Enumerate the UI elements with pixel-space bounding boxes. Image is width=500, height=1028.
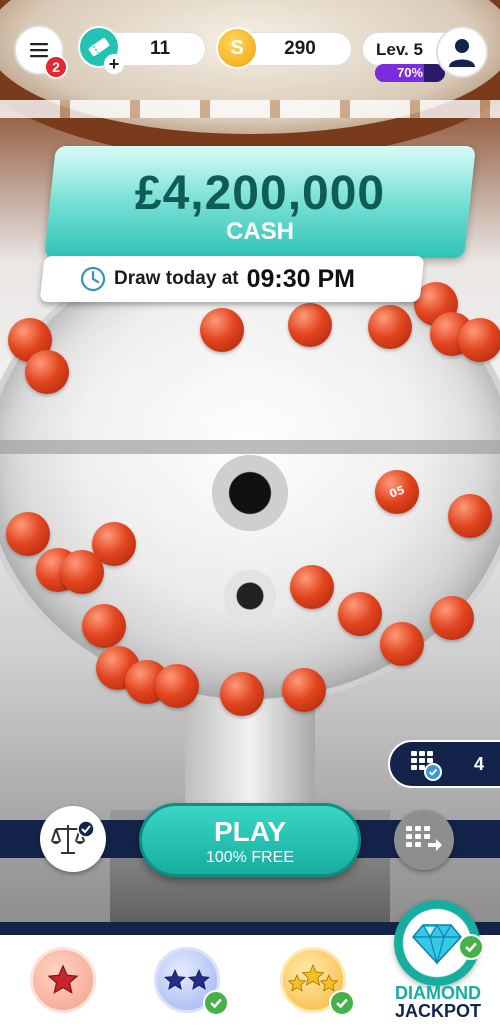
check-glyph [428, 768, 438, 776]
tier-two-star-button[interactable] [154, 947, 229, 1016]
lottery-machine-scene: 05 [0, 0, 500, 935]
lottery-ball [200, 308, 244, 352]
quick-pick-button[interactable] [394, 810, 454, 870]
lottery-ball [448, 494, 492, 538]
ball-number: 05 [387, 483, 407, 501]
lottery-ball [368, 305, 412, 349]
lottery-ball [430, 596, 474, 640]
lottery-ball [60, 550, 104, 594]
ticket-grid-icon [410, 750, 442, 781]
draw-time: 09:30 PM [246, 264, 355, 293]
level-progress-bar: 70% [375, 64, 445, 82]
lottery-ball [458, 318, 500, 362]
lottery-ball [290, 565, 334, 609]
check-glyph [465, 942, 477, 953]
lottery-ball [25, 350, 69, 394]
ceiling-lights [0, 100, 500, 118]
level-progress-text: 70% [396, 65, 424, 80]
coin-icon: S [216, 27, 258, 69]
scales-icon [51, 820, 95, 854]
tickets-count: 11 [149, 38, 171, 59]
top-bar: 2 11 + 290 S Lev. 5 70% [0, 0, 500, 90]
lottery-ball [288, 303, 332, 347]
rules-button[interactable] [40, 806, 106, 872]
my-tickets-count: 4 [474, 753, 485, 774]
user-avatar-icon[interactable] [436, 26, 488, 78]
lottery-ball [6, 512, 50, 556]
play-label: PLAY [213, 816, 287, 847]
drum-hub [212, 455, 288, 531]
lottery-ball [338, 592, 382, 636]
drum-rim [0, 440, 500, 454]
tier-three-star-button[interactable] [280, 947, 355, 1016]
tier-two-checkmark-icon [203, 990, 229, 1016]
lottery-ball [82, 604, 126, 648]
drum-lower-hub [224, 570, 276, 622]
diamond-label-line1: DIAMOND [395, 983, 481, 1003]
lottery-ball [220, 672, 264, 716]
diamond-icon [412, 923, 462, 965]
level-label: Lev. 5 [376, 40, 423, 59]
coin-symbol: S [230, 36, 244, 59]
check-glyph [336, 998, 348, 1009]
tier-three-checkmark-icon [329, 990, 355, 1016]
add-tickets-button[interactable]: + [104, 54, 124, 74]
lottery-ball [380, 622, 424, 666]
check-glyph [210, 998, 222, 1009]
diamond-jackpot-label[interactable]: DIAMOND JACKPOT [378, 984, 498, 1020]
diamond-checkmark-icon [458, 934, 484, 960]
play-sublabel: 100% FREE [205, 849, 295, 866]
checkmark-icon [424, 763, 442, 781]
avatar-silhouette [449, 39, 475, 67]
tier-one-star-button[interactable] [30, 947, 96, 1013]
draw-label: Draw today at [114, 268, 239, 289]
my-tickets-counter[interactable]: 4 [388, 740, 500, 788]
three-stars-icon [287, 963, 339, 992]
jackpot-type: CASH [225, 218, 294, 245]
diamond-label-line2: JACKPOT [394, 1001, 481, 1021]
jackpot-amount: £4,200,000 [134, 167, 386, 220]
lottery-ball [155, 664, 199, 708]
lottery-ball: 05 [375, 470, 419, 514]
two-stars-icon [164, 969, 210, 990]
quick-pick-icon [406, 826, 442, 851]
diamond-jackpot-button[interactable] [394, 900, 484, 986]
notification-badge: 2 [44, 55, 68, 79]
play-button[interactable]: PLAY 100% FREE [139, 803, 361, 877]
clock-icon [80, 266, 106, 292]
draw-info: Draw today at 09:30 PM [80, 256, 420, 302]
lottery-ball [282, 668, 326, 712]
coins-count: 290 [284, 38, 316, 59]
star-icon [47, 964, 79, 994]
